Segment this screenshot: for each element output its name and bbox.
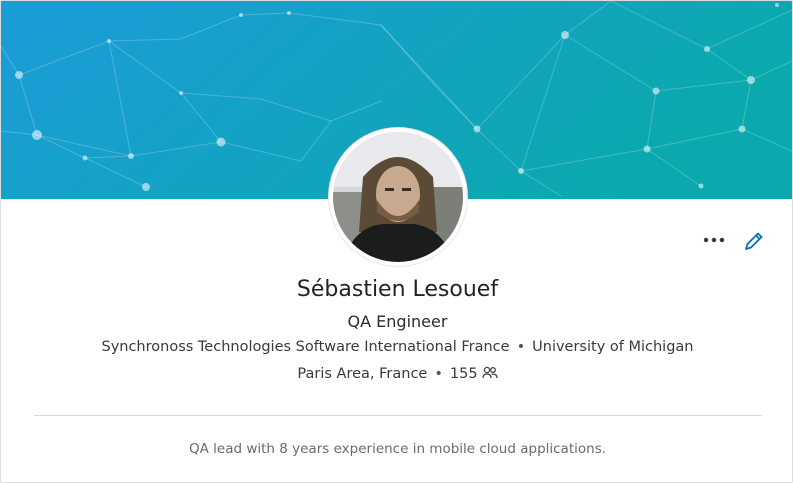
connections-count: 155 bbox=[449, 366, 478, 382]
profile-photo-frame[interactable] bbox=[329, 128, 467, 266]
profile-location: Paris Area, France bbox=[297, 366, 428, 382]
more-actions-button[interactable] bbox=[699, 227, 729, 253]
people-icon bbox=[481, 366, 498, 379]
profile-card: Sébastien Lesouef QA Engineer Synchronos… bbox=[0, 0, 793, 483]
school-link[interactable]: University of Michigan bbox=[532, 339, 693, 355]
connections-link[interactable]: 155 bbox=[450, 366, 498, 382]
ellipsis-icon bbox=[703, 237, 725, 243]
profile-photo[interactable] bbox=[333, 132, 463, 262]
profile-headline: QA Engineer bbox=[347, 312, 448, 331]
edit-profile-button[interactable] bbox=[740, 227, 768, 255]
profile-summary: QA lead with 8 years experience in mobil… bbox=[188, 441, 607, 457]
company-link[interactable]: Synchronoss Technologies Software Intern… bbox=[101, 339, 509, 355]
section-divider bbox=[34, 415, 762, 416]
pencil-icon bbox=[745, 232, 763, 250]
separator: • bbox=[434, 366, 443, 382]
profile-location-line: Paris Area, France • 155 bbox=[1, 366, 792, 382]
separator: • bbox=[516, 339, 526, 355]
profile-affiliations: Synchronoss Technologies Software Intern… bbox=[1, 339, 792, 355]
profile-name: Sébastien Lesouef bbox=[296, 277, 499, 302]
